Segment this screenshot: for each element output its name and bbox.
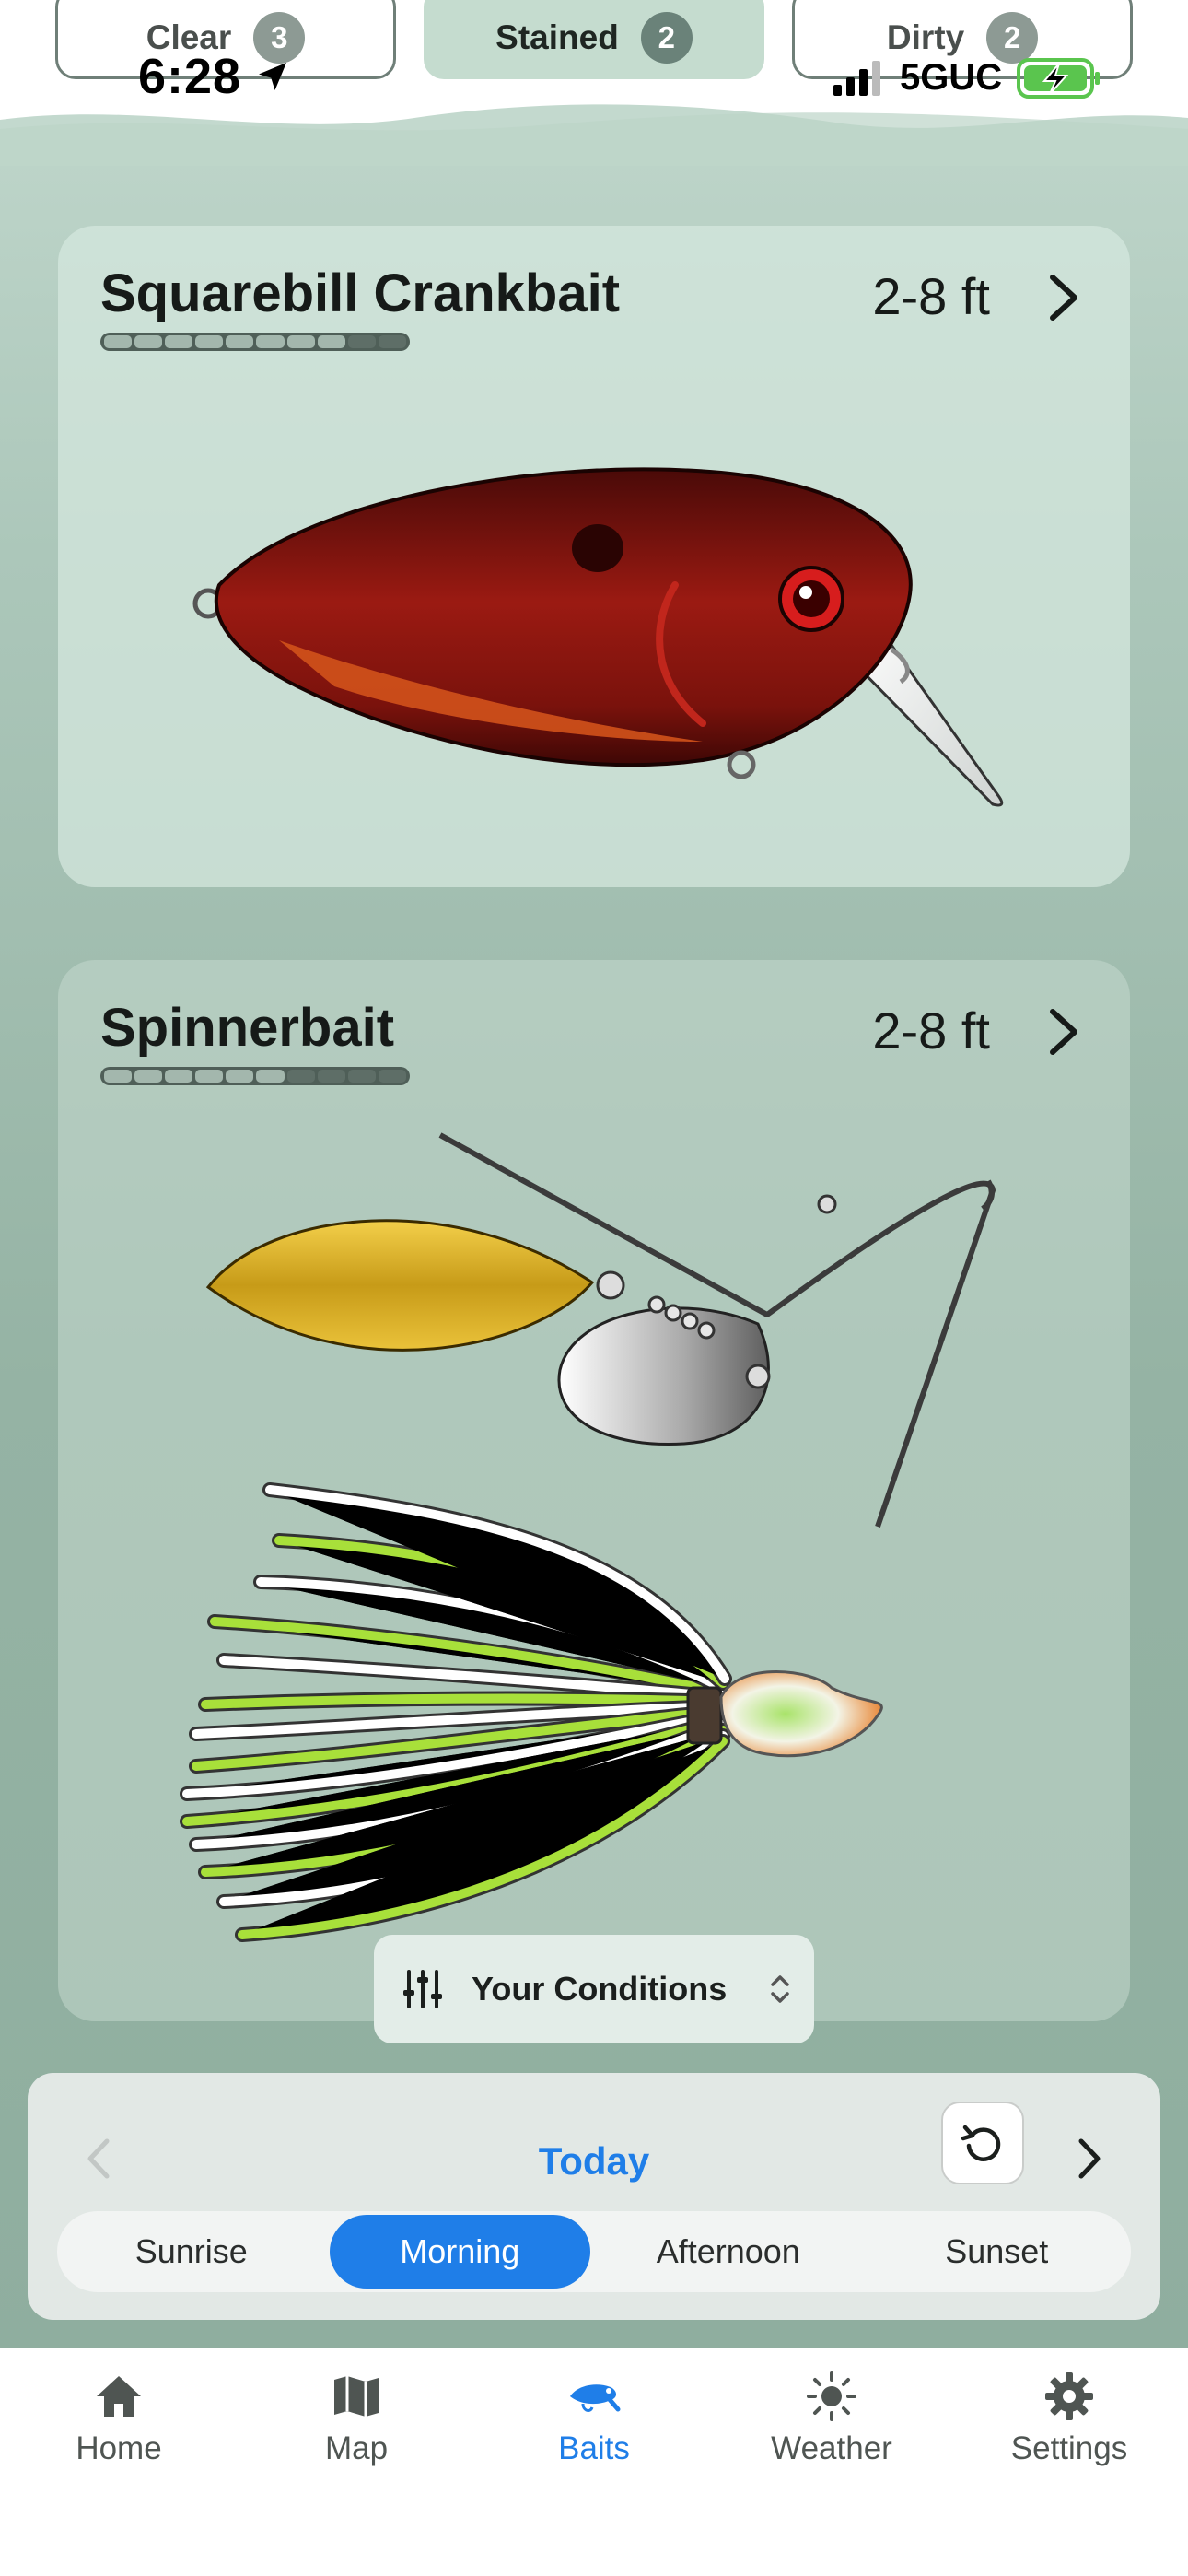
bait-card-squarebill[interactable]: Squarebill Crankbait 2-8 ft — [58, 226, 1130, 887]
tab-settings[interactable]: Settings — [950, 2348, 1188, 2576]
tab-baits[interactable]: Baits — [475, 2348, 713, 2576]
status-indicators: 5GUC — [833, 57, 1101, 99]
network-type: 5GUC — [900, 57, 1003, 98]
reset-button[interactable] — [941, 2102, 1024, 2184]
water-wave-decoration — [0, 104, 1188, 166]
battery-charging-icon — [1017, 57, 1101, 99]
time-of-day-segmented-control: Sunrise Morning Afternoon Sunset — [57, 2211, 1131, 2292]
segment-sunrise[interactable]: Sunrise — [61, 2215, 322, 2289]
tab-label: Weather — [771, 2430, 892, 2466]
spinnerbait-illustration — [180, 1132, 996, 1942]
gear-icon — [1045, 2372, 1093, 2420]
tab-label: Map — [324, 2430, 389, 2466]
tab-home[interactable]: Home — [0, 2348, 238, 2576]
chevron-up-down-icon — [771, 1975, 789, 2003]
filter-chip-stained[interactable]: Stained 2 — [424, 0, 764, 79]
crankbait-illustration — [192, 467, 1004, 807]
your-conditions-label: Your Conditions — [472, 1970, 728, 2008]
tab-label: Home — [76, 2430, 162, 2466]
sliders-icon — [403, 1970, 442, 2008]
your-conditions-button[interactable]: Your Conditions — [374, 1935, 814, 2043]
status-time-text: 6:28 — [138, 49, 242, 104]
segment-sunset[interactable]: Sunset — [867, 2215, 1128, 2289]
map-icon — [334, 2376, 379, 2417]
chevron-right-icon[interactable] — [1074, 2137, 1105, 2180]
tab-bar: Home Map Baits Weather Settings — [0, 2348, 1188, 2576]
counterclockwise-arrow-icon — [961, 2125, 1001, 2161]
tab-label: Baits — [558, 2430, 630, 2466]
chip-count-badge: 2 — [986, 12, 1039, 64]
tab-label: Settings — [1010, 2430, 1128, 2466]
segment-afternoon[interactable]: Afternoon — [598, 2215, 859, 2289]
chip-label: Stained — [495, 18, 619, 56]
bait-card-spinnerbait[interactable]: Spinnerbait 2-8 ft — [58, 960, 1130, 2021]
home-icon — [97, 2376, 141, 2417]
baits-icon — [570, 2384, 621, 2412]
chip-count-badge: 2 — [640, 12, 693, 64]
cellular-signal-icon — [833, 60, 880, 96]
segment-morning[interactable]: Morning — [329, 2215, 590, 2289]
chip-label: Dirty — [886, 18, 965, 56]
tab-map[interactable]: Map — [238, 2348, 475, 2576]
tab-weather[interactable]: Weather — [713, 2348, 950, 2576]
time-selector-panel: Today Sunrise Morning Afternoon Sunset — [28, 2073, 1160, 2320]
location-arrow-icon — [259, 63, 287, 90]
weather-icon — [807, 2371, 856, 2421]
status-time: 6:28 — [138, 48, 291, 105]
